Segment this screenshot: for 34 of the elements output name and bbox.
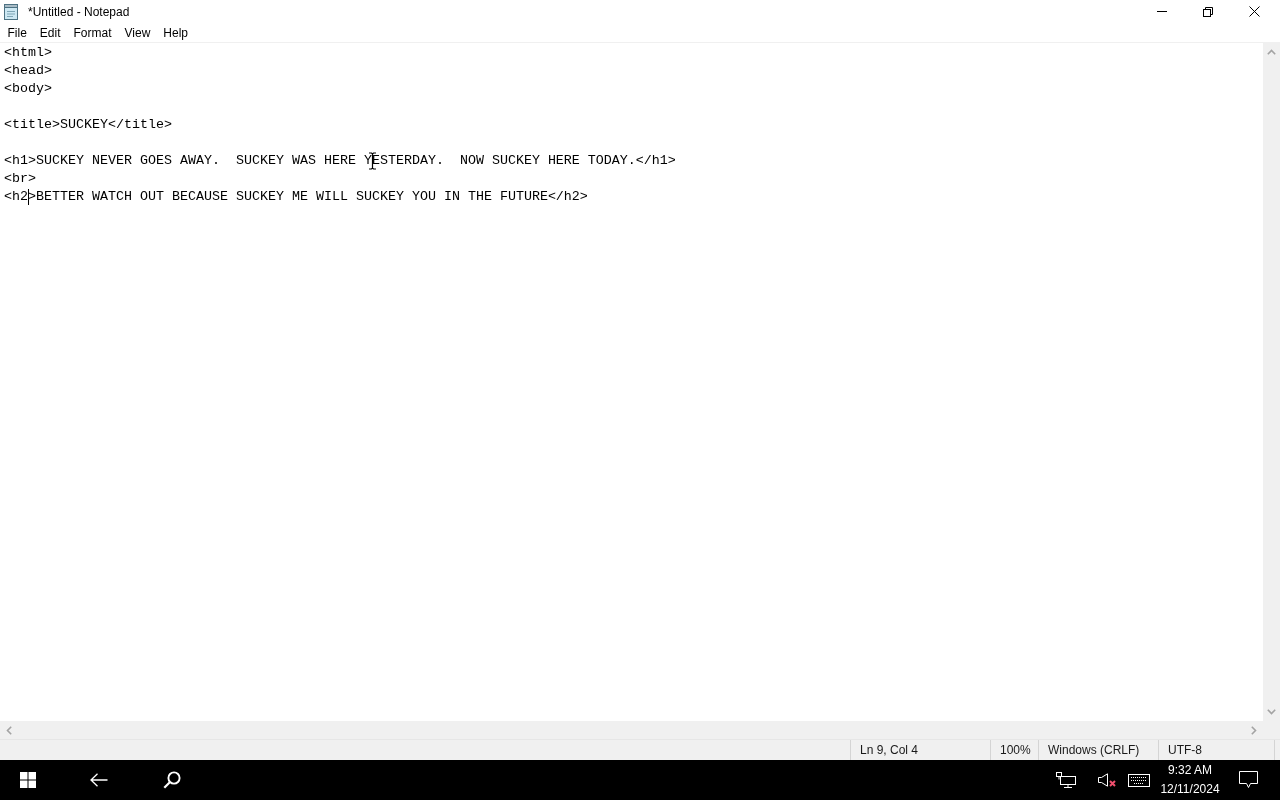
clock-time[interactable]: 9:32 AM <box>1168 761 1212 780</box>
search-icon[interactable] <box>163 771 181 789</box>
code-line: <body> <box>4 80 52 98</box>
menu-item[interactable]: File <box>1 23 34 42</box>
encoding-text: UTF-8 <box>1168 742 1202 759</box>
close-icon <box>1248 6 1260 17</box>
zoom-level-text: 100% <box>1000 742 1031 759</box>
menu-item[interactable]: Format <box>67 23 119 42</box>
scroll-left-icon[interactable] <box>6 725 12 735</box>
vertical-scrollbar[interactable] <box>1263 43 1280 721</box>
menu-item[interactable]: View <box>118 23 157 42</box>
code-line: <head> <box>4 62 52 80</box>
code-line: <br> <box>4 170 36 188</box>
minimize-icon <box>1157 11 1167 12</box>
restore-icon <box>1203 6 1213 17</box>
network-icon[interactable] <box>1056 772 1076 788</box>
notification-icon[interactable] <box>1238 771 1258 789</box>
line-ending-text: Windows (CRLF) <box>1048 742 1140 759</box>
window-title: *Untitled - Notepad <box>28 4 130 19</box>
keyboard-icon[interactable] <box>1128 773 1150 787</box>
menu-item[interactable]: Help <box>156 23 195 42</box>
horizontal-scrollbar[interactable] <box>0 721 1263 739</box>
code-line: <title>SUCKEY</title> <box>4 116 172 134</box>
scroll-up-icon[interactable] <box>1267 49 1276 55</box>
notepad-icon <box>4 3 18 20</box>
scroll-right-icon[interactable] <box>1251 725 1257 735</box>
cursor-position-text: Ln 9, Col 4 <box>860 742 919 759</box>
four-panes-logo-icon[interactable] <box>20 772 36 788</box>
menu-item[interactable]: Edit <box>33 23 68 42</box>
clock-date[interactable]: 12/11/2024 <box>1160 780 1220 799</box>
code-line: <html> <box>4 44 52 62</box>
speaker-icon[interactable] <box>1098 773 1108 787</box>
back-arrow-icon[interactable] <box>90 773 108 787</box>
scroll-down-icon[interactable] <box>1267 709 1276 715</box>
